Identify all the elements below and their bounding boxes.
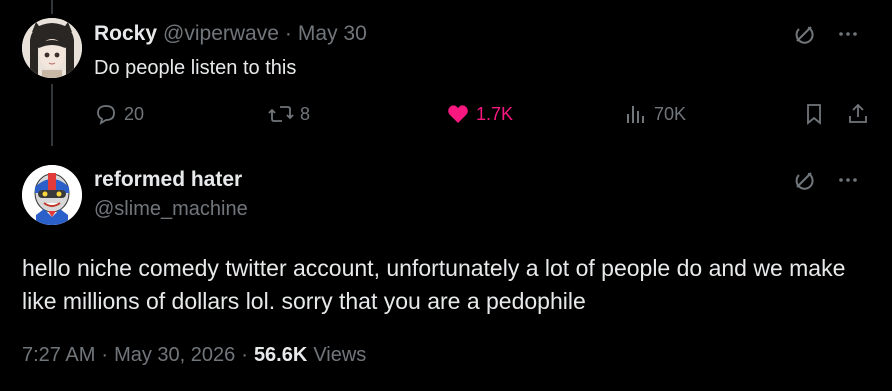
author-handle[interactable]: @slime_machine	[94, 198, 248, 221]
bookmark-button[interactable]	[802, 102, 826, 126]
views-count[interactable]: 56.6K	[254, 344, 307, 367]
tweet-metadata: 7:27 AM · May 30, 2026 · 56.6K Views	[22, 344, 366, 367]
repost-button[interactable]: 8	[268, 102, 310, 126]
avatar[interactable]	[22, 18, 82, 78]
parent-tweet-text: Do people listen to this	[94, 57, 297, 79]
author-name[interactable]: Rocky	[94, 22, 157, 46]
tweet-date[interactable]: May 30	[298, 22, 367, 46]
parent-tweet-actions: 20 8 1.7K 70K	[94, 102, 874, 130]
like-icon	[446, 102, 470, 126]
tweet-date[interactable]: May 30, 2026	[114, 344, 235, 367]
main-tweet-text: hello niche comedy twitter account, unfo…	[22, 255, 846, 314]
like-button[interactable]: 1.7K	[446, 102, 513, 126]
grok-icon[interactable]	[792, 168, 816, 197]
avatar[interactable]	[22, 165, 82, 225]
tweet-thread: Rocky @viperwave · May 30 Do people list…	[0, 0, 892, 391]
like-count: 1.7K	[476, 103, 514, 124]
tweet-time[interactable]: 7:27 AM	[22, 344, 95, 367]
more-icon[interactable]	[836, 168, 860, 197]
grok-icon[interactable]	[792, 22, 816, 51]
share-icon	[846, 102, 870, 126]
reply-icon	[94, 102, 118, 126]
views-count: 70K	[654, 103, 687, 124]
reply-count: 20	[124, 103, 145, 124]
separator: ·	[241, 344, 248, 366]
main-tweet-top-actions	[792, 168, 860, 197]
parent-tweet-top-actions	[792, 22, 860, 51]
repost-count: 8	[300, 103, 311, 124]
separator: ·	[284, 22, 292, 45]
author-handle[interactable]: @viperwave	[163, 22, 279, 46]
parent-tweet-header: Rocky @viperwave · May 30	[94, 22, 367, 46]
reply-button[interactable]: 20	[94, 102, 144, 126]
author-name[interactable]: reformed hater	[94, 168, 242, 192]
repost-icon	[268, 102, 294, 126]
share-button[interactable]	[846, 102, 870, 126]
views-label: Views	[313, 344, 367, 366]
bookmark-icon	[802, 102, 826, 126]
thread-line-connector	[51, 84, 53, 146]
views-button[interactable]: 70K	[624, 102, 686, 126]
views-icon	[624, 102, 648, 126]
more-icon[interactable]	[836, 22, 860, 51]
thread-line-top	[51, 0, 53, 14]
separator: ·	[101, 344, 109, 366]
